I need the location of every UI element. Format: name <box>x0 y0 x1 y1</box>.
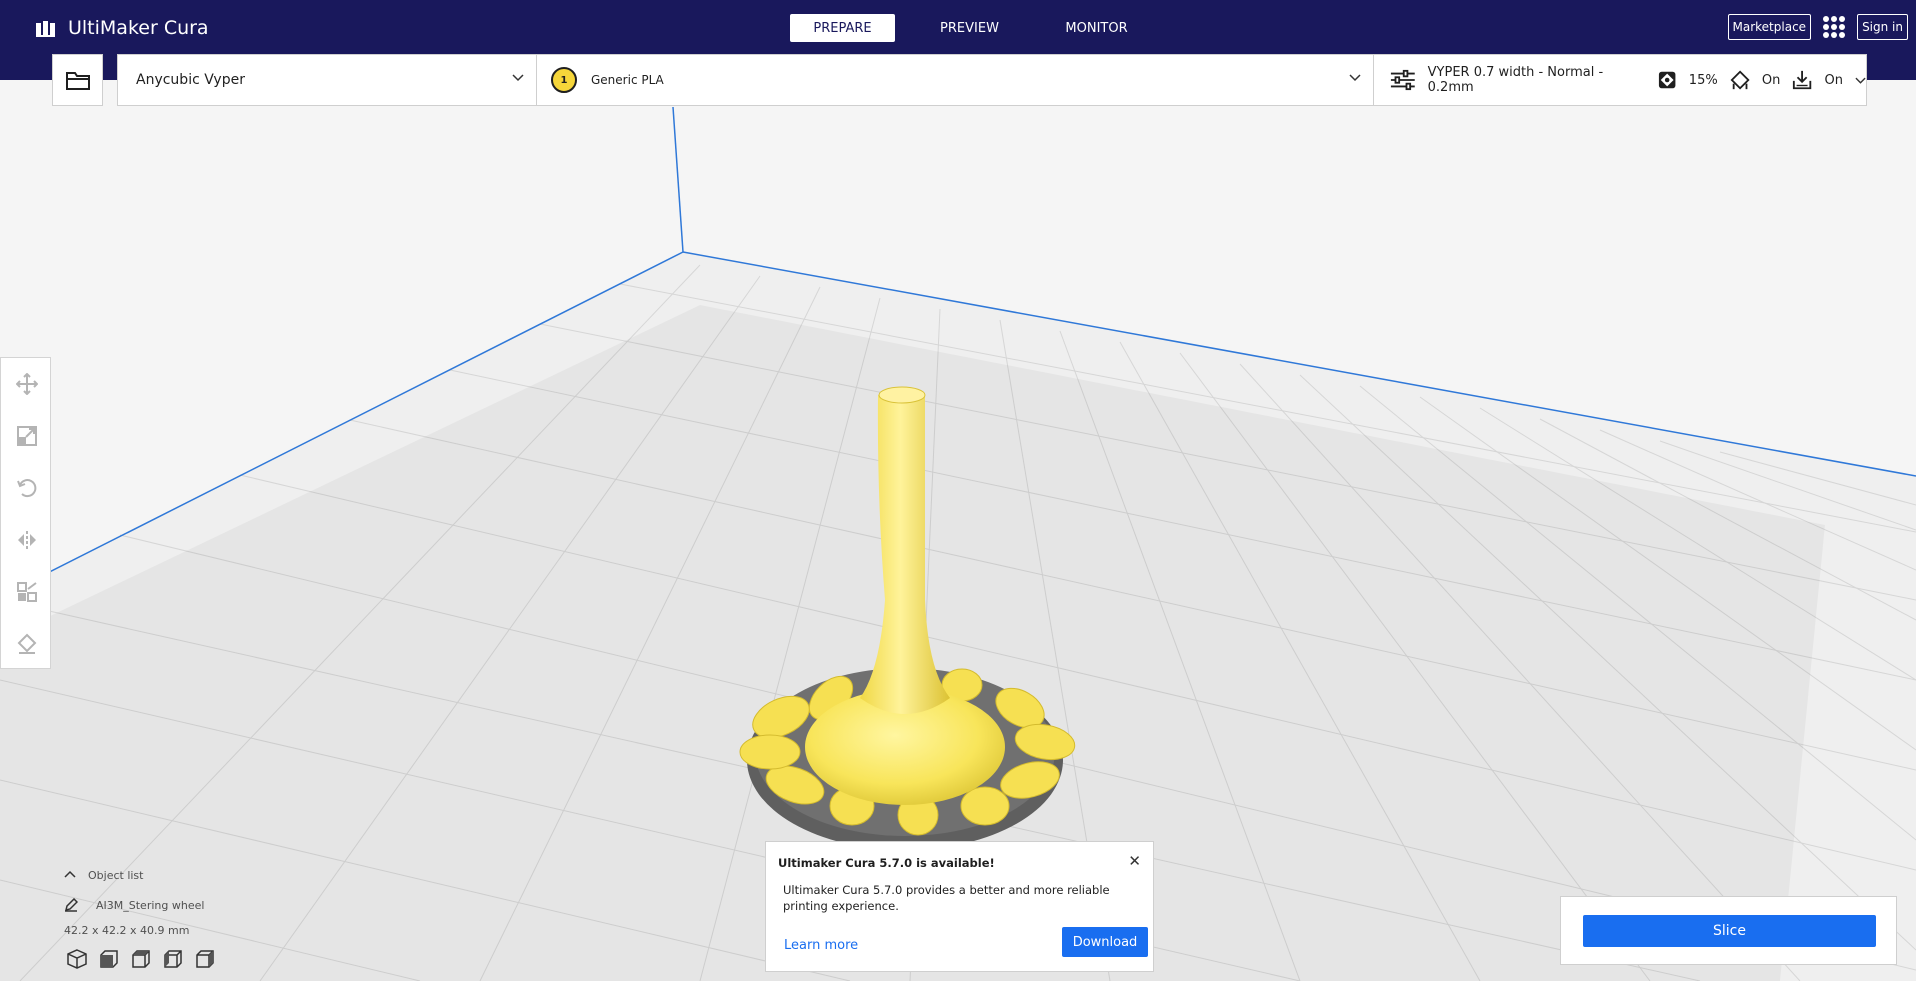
sign-in-button[interactable]: Sign in <box>1857 14 1908 40</box>
per-model-settings-icon <box>16 582 37 602</box>
tab-monitor[interactable]: MONITOR <box>1044 14 1149 42</box>
object-dimensions: 42.2 x 42.2 x 40.9 mm <box>64 923 190 937</box>
camera-view-buttons <box>66 948 216 970</box>
support-blocker-icon <box>17 633 36 654</box>
view-3d-icon[interactable] <box>66 948 88 970</box>
learn-more-link[interactable]: Learn more <box>784 938 858 953</box>
support-icon <box>1730 70 1750 90</box>
infill-icon <box>1659 71 1676 89</box>
rotate-icon <box>16 479 36 498</box>
support-blocker-button[interactable] <box>1 618 52 670</box>
infill-value: 15% <box>1688 72 1718 88</box>
rotate-tool-button[interactable] <box>1 462 52 514</box>
update-notification: Ultimaker Cura 5.7.0 is available! ✕ Ult… <box>765 841 1154 972</box>
applications-grid-icon[interactable] <box>1823 16 1846 38</box>
transform-toolbar <box>0 357 51 669</box>
view-right-icon[interactable] <box>194 948 216 970</box>
download-button[interactable]: Download <box>1062 927 1148 957</box>
view-top-icon[interactable] <box>130 948 152 970</box>
chevron-down-icon <box>1349 74 1361 82</box>
mirror-icon <box>17 531 36 549</box>
close-icon[interactable]: ✕ <box>1128 852 1141 870</box>
app-logo: UltiMaker Cura <box>36 16 209 40</box>
marketplace-button[interactable]: Marketplace <box>1727 14 1812 40</box>
scale-tool-button[interactable] <box>1 410 52 462</box>
material-name: Generic PLA <box>591 73 664 87</box>
notification-title: Ultimaker Cura 5.7.0 is available! <box>778 856 995 870</box>
object-list-label: Object list <box>88 868 144 882</box>
ultimaker-logo-icon <box>36 21 55 37</box>
extruder-badge: 1 <box>551 67 577 93</box>
move-tool-button[interactable] <box>1 358 52 410</box>
object-list-item[interactable]: AI3M_Stering wheel <box>64 890 204 920</box>
chevron-up-icon <box>64 870 76 878</box>
pencil-icon[interactable] <box>64 898 78 912</box>
stage-tabs: PREPARE PREVIEW MONITOR <box>790 14 1171 42</box>
material-selector[interactable]: 1 Generic PLA <box>536 54 1374 106</box>
view-front-icon[interactable] <box>98 948 120 970</box>
mirror-tool-button[interactable] <box>1 514 52 566</box>
folder-icon <box>65 72 90 90</box>
object-list-panel: Object list AI3M_Stering wheel 42.2 x 42… <box>64 860 204 940</box>
chevron-down-icon <box>512 74 524 82</box>
open-file-button[interactable] <box>52 54 103 106</box>
object-name: AI3M_Stering wheel <box>96 898 205 912</box>
app-title: UltiMaker Cura <box>68 17 209 39</box>
adhesion-icon <box>1793 70 1812 90</box>
slice-button[interactable]: Slice <box>1583 915 1876 947</box>
settings-sliders-icon <box>1390 69 1415 91</box>
adhesion-value: On <box>1824 72 1843 88</box>
action-panel: Slice <box>1560 896 1897 965</box>
per-model-settings-button[interactable] <box>1 566 52 618</box>
view-left-icon[interactable] <box>162 948 184 970</box>
tab-prepare[interactable]: PREPARE <box>790 14 895 42</box>
support-value: On <box>1761 72 1781 88</box>
print-settings-selector[interactable]: VYPER 0.7 width - Normal - 0.2mm 15% On … <box>1373 54 1867 106</box>
move-icon <box>15 373 38 395</box>
object-dimensions-row: 42.2 x 42.2 x 40.9 mm <box>64 920 204 940</box>
notification-body: Ultimaker Cura 5.7.0 provides a better a… <box>783 883 1110 913</box>
profile-label: VYPER 0.7 width - Normal - 0.2mm <box>1427 65 1604 95</box>
object-list-toggle[interactable]: Object list <box>64 860 204 890</box>
chevron-down-icon <box>1855 77 1866 84</box>
scale-icon <box>16 426 37 446</box>
header-actions: Marketplace Sign in <box>1727 14 1908 40</box>
printer-name: Anycubic Vyper <box>136 72 245 88</box>
tab-preview[interactable]: PREVIEW <box>917 14 1022 42</box>
printer-selector[interactable]: Anycubic Vyper <box>117 54 537 106</box>
